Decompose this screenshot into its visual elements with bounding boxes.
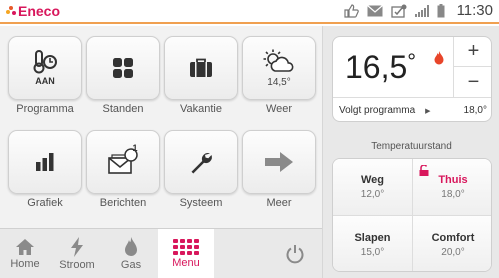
tile-programma[interactable]: AAN bbox=[8, 36, 82, 100]
tile-berichten-label: Berichten bbox=[99, 197, 147, 209]
tile-vakantie[interactable] bbox=[164, 36, 238, 100]
current-temperature-value: 16,5 bbox=[345, 49, 408, 85]
nav-menu[interactable]: Menu bbox=[158, 229, 214, 278]
weer-temperature: 14,5° bbox=[267, 76, 291, 88]
nav-home[interactable]: Home bbox=[0, 229, 50, 278]
sun-cloud-icon bbox=[263, 49, 294, 72]
eneco-dots-icon bbox=[6, 4, 16, 18]
degree-symbol: ° bbox=[407, 49, 417, 74]
tile-weer-label: Weer bbox=[265, 103, 293, 115]
preset-weg-value: 12,0° bbox=[360, 189, 385, 200]
status-icons: 11:30 bbox=[343, 2, 493, 19]
preset-slapen[interactable]: Slapen 15,0° bbox=[333, 216, 413, 271]
preset-thuis-name: Thuis bbox=[438, 174, 468, 186]
nav-menu-label: Menu bbox=[172, 257, 200, 269]
preset-thuis[interactable]: Thuis 18,0° bbox=[413, 159, 491, 216]
programma-status-badge: AAN bbox=[35, 76, 55, 86]
power-button[interactable] bbox=[270, 229, 320, 278]
nav-home-label: Home bbox=[10, 258, 40, 270]
tile-berichten[interactable]: 1 bbox=[86, 130, 160, 194]
clock: 11:30 bbox=[456, 2, 493, 19]
preset-comfort[interactable]: Comfort 20,0° bbox=[413, 216, 491, 271]
thermometer-clock-icon bbox=[33, 50, 57, 74]
tile-meer-label: Meer bbox=[266, 197, 292, 209]
tile-grafiek[interactable] bbox=[8, 130, 82, 194]
program-label: Volgt programma bbox=[339, 105, 416, 116]
tile-standen[interactable] bbox=[86, 36, 160, 100]
power-icon bbox=[286, 245, 304, 264]
berichten-count-badge: 1 bbox=[132, 143, 138, 153]
tile-programma-label: Programma bbox=[16, 103, 74, 115]
wrench-icon bbox=[191, 153, 212, 174]
program-setpoint: 18,0° bbox=[463, 105, 487, 116]
preset-comfort-value: 20,0° bbox=[441, 246, 465, 258]
mail-icon bbox=[366, 4, 383, 16]
grid-icon bbox=[113, 58, 133, 78]
preset-comfort-name: Comfort bbox=[431, 231, 475, 244]
signal-icon bbox=[414, 4, 429, 17]
preset-grid: Weg 12,0° Thuis 18,0° Slapen 15,0° Comfo… bbox=[332, 158, 492, 272]
tile-weer[interactable]: 14,5° bbox=[242, 36, 316, 100]
unlock-icon bbox=[419, 165, 429, 176]
nav-stroom-label: Stroom bbox=[59, 259, 95, 271]
thermostat-card: 16,5° + − Volgt programma ▶ 18,0° bbox=[332, 36, 492, 122]
preset-weg-name: Weg bbox=[360, 174, 385, 186]
nav-gas[interactable]: Gas bbox=[106, 229, 156, 278]
decrease-temp-button[interactable]: − bbox=[453, 67, 491, 97]
house-icon bbox=[16, 239, 34, 255]
tile-systeem-label: Systeem bbox=[179, 197, 223, 209]
thermostat-panel: 16,5° + − Volgt programma ▶ 18,0° Temper… bbox=[322, 26, 499, 278]
tile-meer[interactable] bbox=[242, 130, 316, 194]
play-arrow-icon: ▶ bbox=[425, 107, 431, 115]
tile-vakantie-label: Vakantie bbox=[180, 103, 222, 115]
arrow-right-icon bbox=[265, 152, 293, 172]
heating-flame-icon bbox=[434, 51, 444, 65]
tile-standen-label: Standen bbox=[102, 103, 144, 115]
bottom-navigation: Home Stroom Gas Menu bbox=[0, 228, 322, 278]
preset-slapen-name: Slapen bbox=[354, 231, 391, 244]
thumbs-up-icon bbox=[343, 3, 359, 18]
bar-chart-icon bbox=[36, 153, 54, 171]
status-bar: Eneco 11:30 bbox=[0, 0, 499, 24]
flame-icon bbox=[125, 237, 137, 256]
nav-stroom[interactable]: Stroom bbox=[52, 229, 102, 278]
increase-temp-button[interactable]: + bbox=[453, 37, 491, 67]
lightning-icon bbox=[71, 237, 83, 257]
brand-name: Eneco bbox=[18, 3, 61, 19]
current-temperature: 16,5° bbox=[345, 49, 416, 86]
temperatuurstand-title: Temperatuurstand bbox=[371, 141, 452, 152]
program-status-row[interactable]: Volgt programma ▶ 18,0° bbox=[333, 97, 491, 121]
tile-grafiek-label: Grafiek bbox=[27, 197, 63, 209]
brand-logo: Eneco bbox=[6, 3, 60, 19]
menu-grid-icon bbox=[173, 239, 199, 255]
battery-icon bbox=[437, 3, 445, 17]
preset-slapen-value: 15,0° bbox=[360, 246, 385, 258]
checklist-icon bbox=[390, 4, 407, 18]
nav-gas-label: Gas bbox=[120, 259, 142, 271]
tile-systeem[interactable] bbox=[164, 130, 238, 194]
suitcase-icon bbox=[190, 58, 212, 77]
preset-weg[interactable]: Weg 12,0° bbox=[333, 159, 413, 216]
preset-thuis-value: 18,0° bbox=[441, 189, 465, 200]
